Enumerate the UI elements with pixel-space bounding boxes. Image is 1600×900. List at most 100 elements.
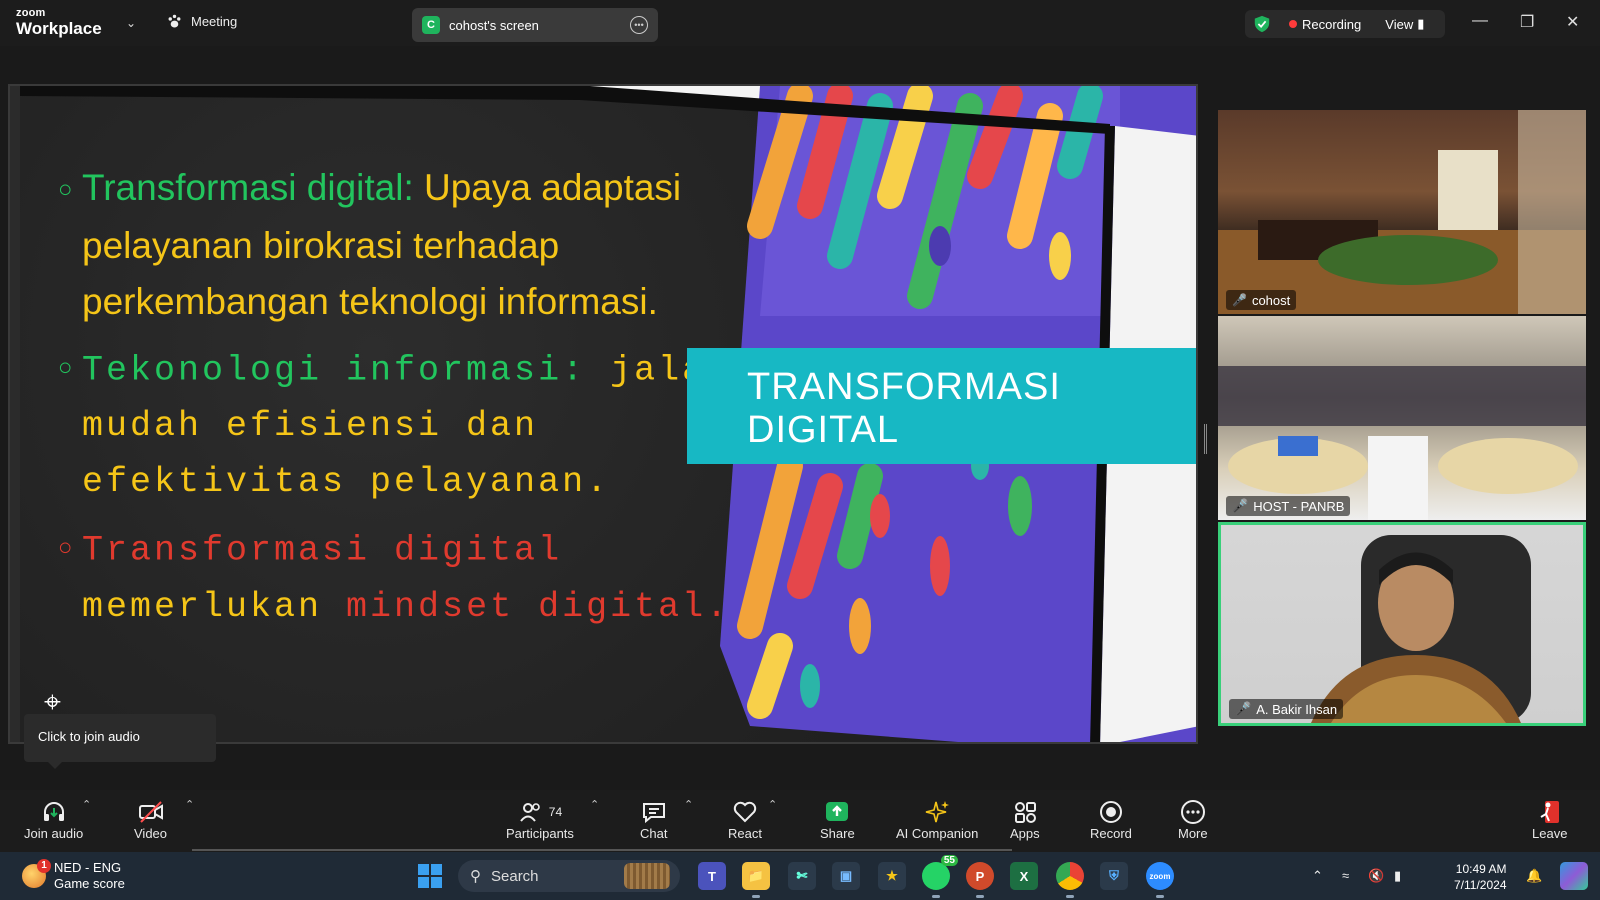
record-button[interactable]: Record [1090, 798, 1132, 841]
more-icon [1180, 800, 1205, 824]
minimize-icon[interactable]: — [1472, 12, 1488, 30]
bullet-circle-icon: ○ [58, 176, 73, 204]
recording-dot-icon [1289, 20, 1297, 28]
search-highlight-image [624, 863, 670, 889]
taskbar-search[interactable]: ⚲ Search [458, 860, 680, 892]
search-label: Search [491, 867, 539, 885]
system-clock[interactable]: 10:49 AM 7/11/2024 [1454, 861, 1507, 893]
react-button[interactable]: React [728, 798, 762, 841]
wifi-icon[interactable]: ≈ [1342, 868, 1349, 883]
copilot-icon[interactable] [1560, 862, 1588, 890]
ai-companion-button[interactable]: AI Companion [896, 798, 978, 841]
video-tile-host-panrb[interactable]: 🎤 HOST - PANRB [1218, 316, 1586, 520]
chevron-down-icon[interactable]: ⌄ [126, 16, 136, 30]
windows-start-icon[interactable] [418, 864, 442, 888]
share-label: Share [820, 826, 855, 841]
splitter-handle[interactable] [1204, 424, 1207, 454]
view-button[interactable]: View ▮ [1385, 16, 1424, 32]
meeting-tab[interactable]: Meeting [166, 13, 237, 30]
video-feed-cohost [1218, 110, 1586, 314]
join-audio-label: Join audio [24, 826, 84, 841]
widget-line1: NED - ENG [54, 860, 122, 875]
toolbar-divider [192, 849, 1012, 851]
slide-bullet-list: ○ Transformasi digital: Upaya adaptasi pe… [58, 160, 758, 635]
recording-label[interactable]: Recording [1302, 17, 1361, 32]
snipping-tool-icon[interactable]: ✄ [788, 862, 816, 890]
remote-desktop-icon[interactable]: ▣ [832, 862, 860, 890]
more-options-icon[interactable]: ••• [630, 16, 648, 34]
share-screen-icon [826, 802, 849, 821]
react-caret-icon[interactable]: ⌃ [768, 798, 777, 811]
bullet1-line1: Upaya adaptasi [413, 167, 682, 208]
screen-share-indicator[interactable]: C cohost's screen ••• [412, 8, 658, 42]
zoom-workplace-logo[interactable]: zoom Workplace [16, 8, 102, 38]
widgets-button[interactable]: 1 NED - ENG Game score [22, 859, 125, 892]
search-icon: ⚲ [470, 868, 481, 885]
participants-button[interactable]: 74 Participants [506, 798, 574, 841]
apps-icon [1014, 802, 1036, 823]
share-button[interactable]: Share [820, 798, 855, 841]
apps-button[interactable]: Apps [1010, 798, 1040, 841]
bullet-circle-icon: ○ [58, 356, 76, 384]
slide-title: TRANSFORMASI DIGITAL [747, 366, 1061, 451]
tray-overflow-icon[interactable]: ⌃ [1312, 868, 1323, 884]
shared-screen[interactable]: ○ Transformasi digital: Upaya adaptasi pe… [8, 84, 1198, 744]
bullet-mindset-digital: ○ Transformasi digital memerlukan mindset… [58, 522, 758, 634]
widget-line2: Game score [54, 876, 125, 891]
video-options-caret-icon[interactable]: ⌃ [185, 798, 194, 811]
zoom-app-icon[interactable]: zoom [1146, 862, 1174, 898]
video-tile-cohost[interactable]: 🎤 cohost [1218, 110, 1586, 314]
bullet1-line2: pelayanan birokrasi terhadap [82, 225, 560, 267]
news-widget-icon: 1 [22, 859, 51, 888]
powerpoint-icon[interactable]: P [966, 862, 994, 898]
volume-muted-icon[interactable]: 🔇 [1368, 868, 1384, 884]
meeting-label: Meeting [191, 14, 238, 29]
bullet2-line3: efektivitas pelayanan. [82, 462, 611, 503]
restore-icon[interactable]: ❐ [1520, 12, 1534, 32]
more-button[interactable]: More [1178, 798, 1208, 841]
participants-caret-icon[interactable]: ⌃ [590, 798, 599, 811]
shield-check-icon[interactable] [1253, 15, 1271, 33]
leave-button[interactable]: Leave [1532, 798, 1567, 841]
more-label: More [1178, 826, 1208, 841]
battery-icon[interactable]: ▮ [1394, 868, 1401, 884]
participant-name: HOST - PANRB [1253, 498, 1345, 514]
bullet1-term: Transformasi digital: [82, 167, 414, 208]
participant-name-tag: 🎤 HOST - PANRB [1226, 496, 1351, 516]
slide-title-banner: TRANSFORMASI DIGITAL [687, 348, 1196, 464]
chat-button[interactable]: Chat [640, 798, 667, 841]
bullet-circle-icon: ○ [58, 536, 76, 564]
chrome-icon[interactable] [1056, 862, 1084, 898]
video-tile-a-bakir-ihsan[interactable]: 🎤 A. Bakir Ihsan [1218, 522, 1586, 726]
meeting-stage: ○ Transformasi digital: Upaya adaptasi pe… [0, 46, 1600, 790]
video-button[interactable]: Video [134, 798, 167, 841]
teams-icon[interactable]: T [698, 862, 726, 890]
whatsapp-badge: 55 [940, 855, 958, 866]
app-shell-icon[interactable]: ★ [878, 862, 906, 890]
paw-icon [168, 14, 181, 28]
participant-name: cohost [1251, 292, 1291, 308]
bullet2-term: Tekonologi informasi: [82, 350, 587, 391]
participants-count: 74 [548, 805, 563, 819]
participant-name: A. Bakir Ihsan [1256, 701, 1338, 717]
title-bar: zoom Workplace ⌄ Meeting C cohost's scre… [0, 0, 1600, 46]
excel-icon[interactable]: X [1010, 862, 1038, 890]
record-icon [1099, 801, 1122, 823]
whatsapp-icon[interactable]: 55 [922, 855, 958, 898]
bullet2-line2: mudah efisiensi dan [82, 406, 539, 447]
security-shield-icon[interactable]: ⛨ [1100, 862, 1128, 890]
status-area: Recording View ▮ [1245, 10, 1445, 38]
join-audio-button[interactable]: Join audio [24, 798, 83, 841]
participants-icon [519, 803, 540, 822]
logo-workplace-text: Workplace [16, 19, 102, 38]
chat-caret-icon[interactable]: ⌃ [684, 798, 693, 811]
audio-options-caret-icon[interactable]: ⌃ [82, 798, 91, 811]
clock-date: 7/11/2024 [1454, 878, 1507, 892]
close-icon[interactable]: ✕ [1566, 12, 1579, 32]
mic-muted-icon: 🎤 [1232, 498, 1249, 513]
bullet3-line2: memerlukan mindset digital. [58, 579, 758, 635]
notification-bell-icon[interactable]: 🔔 [1526, 868, 1542, 884]
file-explorer-icon[interactable]: 📁 [742, 862, 770, 898]
mic-muted-icon: 🎤 [1235, 701, 1252, 716]
clock-time: 10:49 AM [1455, 862, 1507, 876]
